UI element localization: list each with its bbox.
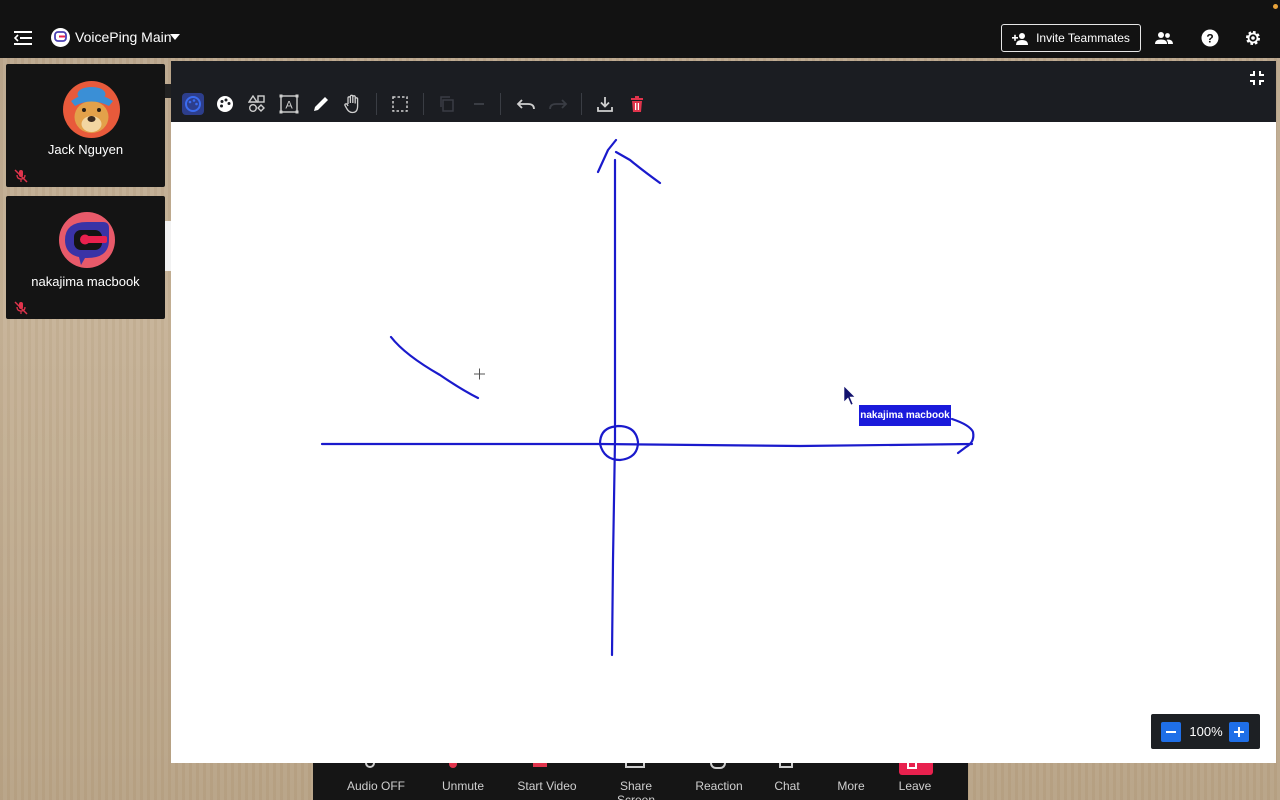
minus-icon[interactable] <box>468 93 490 115</box>
toolbar-divider <box>376 93 377 115</box>
collapse-icon[interactable] <box>1247 68 1267 88</box>
share-screen-button[interactable]: Share Screen <box>601 779 671 800</box>
pencil-icon[interactable] <box>310 93 332 115</box>
marquee-select-icon[interactable] <box>389 93 411 115</box>
participants-icon[interactable] <box>1154 28 1174 48</box>
audio-off-button[interactable]: Audio OFF <box>345 779 407 793</box>
reaction-label: Reaction <box>695 779 743 793</box>
dog-avatar-icon <box>63 81 120 138</box>
leave-label: Leave <box>898 779 932 793</box>
zoom-control: 100% <box>1151 714 1260 749</box>
headphones-icon <box>365 763 375 768</box>
trash-icon[interactable] <box>626 93 648 115</box>
reaction-button[interactable]: Reaction <box>692 779 746 793</box>
mic-muted-icon <box>449 763 457 768</box>
mic-muted-icon <box>14 169 28 183</box>
start-video-label: Start Video <box>517 779 577 793</box>
minus-icon <box>1166 731 1176 733</box>
more-button[interactable]: More <box>834 779 868 793</box>
participant-tile[interactable]: Jack Nguyen <box>6 64 165 187</box>
screen-icon <box>625 763 645 768</box>
participant-tile[interactable]: nakajima macbook <box>6 196 165 319</box>
chevron-down-icon[interactable] <box>170 34 180 40</box>
unmute-label: Unmute <box>441 779 485 793</box>
more-label: More <box>837 779 865 793</box>
leave-icon <box>899 763 933 775</box>
remote-cursor-label: nakajima macbook <box>859 405 951 426</box>
room-name[interactable]: VoicePing Main <box>75 29 172 45</box>
chat-icon <box>779 763 793 768</box>
whiteboard-toolbar <box>171 61 1276 122</box>
unmute-button[interactable]: Unmute <box>435 779 491 793</box>
text-box-icon[interactable]: A <box>278 93 300 115</box>
notification-dot <box>1273 4 1278 9</box>
svg-text:A: A <box>285 100 293 112</box>
invite-label: Invite Teammates <box>1036 31 1130 45</box>
toolbar-divider <box>581 93 582 115</box>
add-person-icon <box>1012 32 1029 45</box>
chat-button[interactable]: Chat <box>770 779 804 793</box>
zoom-in-button[interactable] <box>1229 722 1249 742</box>
help-icon[interactable]: ? <box>1200 28 1220 48</box>
participant-name: nakajima macbook <box>31 274 140 289</box>
top-bar: VoicePing Main Invite Teammates ? <box>0 0 1280 58</box>
audio-off-label: Audio OFF <box>346 779 406 793</box>
toolbar-divider <box>423 93 424 115</box>
redo-icon[interactable] <box>547 93 569 115</box>
select-tool-icon[interactable] <box>182 93 204 115</box>
leave-button[interactable]: Leave <box>896 779 934 793</box>
gear-icon[interactable] <box>1243 28 1263 48</box>
meeting-control-bar: Audio OFF Unmute Start Video Share Scree… <box>313 763 968 800</box>
voiceping-logo-icon <box>59 212 115 268</box>
shapes-icon[interactable] <box>246 93 268 115</box>
hand-icon[interactable] <box>342 93 364 115</box>
chat-label: Chat <box>774 779 800 793</box>
undo-icon[interactable] <box>515 93 537 115</box>
toolbar-divider <box>500 93 501 115</box>
svg-text:?: ? <box>1206 32 1213 46</box>
share-screen-label: Share Screen <box>616 779 656 800</box>
participant-name: Jack Nguyen <box>47 142 124 157</box>
mic-muted-icon <box>14 301 28 315</box>
start-video-button[interactable]: Start Video <box>513 779 581 793</box>
room-logo-icon <box>51 28 70 47</box>
zoom-level: 100% <box>1189 724 1223 739</box>
menu-icon[interactable] <box>12 27 34 49</box>
palette-icon[interactable] <box>214 93 236 115</box>
copy-icon[interactable] <box>436 93 458 115</box>
download-icon[interactable] <box>594 93 616 115</box>
camera-off-icon <box>533 763 547 767</box>
smiley-icon <box>710 763 726 769</box>
plus-icon <box>1234 727 1244 737</box>
invite-teammates-button[interactable]: Invite Teammates <box>1001 24 1141 52</box>
whiteboard-canvas[interactable] <box>171 122 1276 763</box>
zoom-out-button[interactable] <box>1161 722 1181 742</box>
